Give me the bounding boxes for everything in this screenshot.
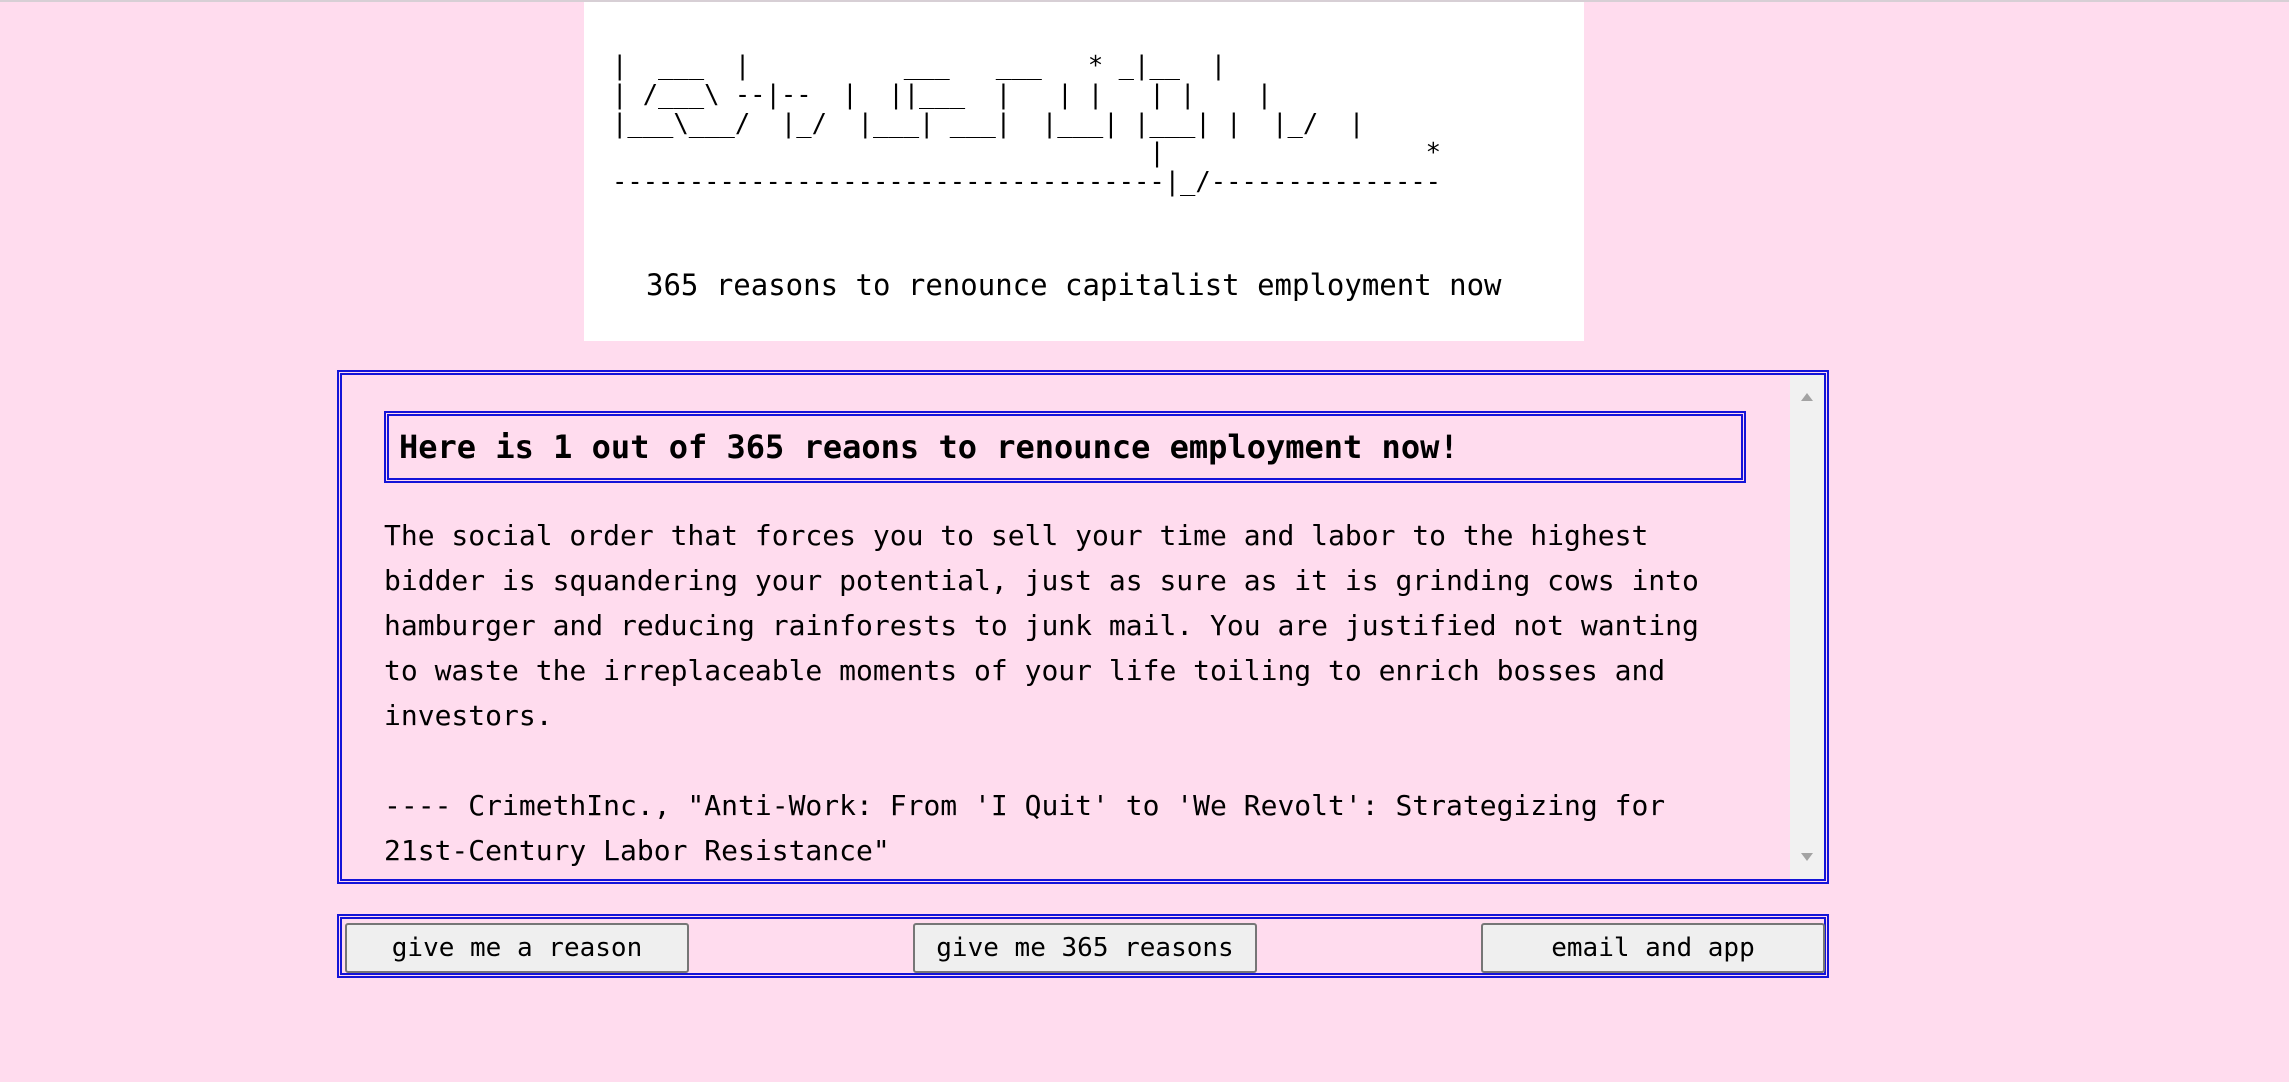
- button-bar: give me a reason give me 365 reasons ema…: [337, 914, 1829, 978]
- give-reason-button[interactable]: give me a reason: [345, 923, 689, 973]
- tagline: 365 reasons to renounce capitalist emplo…: [646, 268, 1502, 302]
- reason-panel[interactable]: Here is 1 out of 365 reaons to renounce …: [337, 370, 1829, 884]
- scroll-up-arrow-icon[interactable]: [1801, 393, 1813, 401]
- ascii-title-art: | ___ | ___ ___ * _|__ | | /___\ --|-- |…: [612, 51, 1442, 197]
- give-365-reasons-button[interactable]: give me 365 reasons: [913, 923, 1257, 973]
- scroll-down-arrow-icon[interactable]: [1801, 853, 1813, 861]
- reason-attribution: ---- CrimethInc., "Anti-Work: From 'I Qu…: [384, 789, 1666, 867]
- reason-content: Here is 1 out of 365 reaons to renounce …: [384, 411, 1746, 873]
- email-and-app-button[interactable]: email and app: [1481, 923, 1825, 973]
- vertical-scrollbar[interactable]: [1790, 375, 1824, 879]
- banner: | ___ | ___ ___ * _|__ | | /___\ --|-- |…: [584, 2, 1584, 341]
- reason-text: The social order that forces you to sell…: [384, 519, 1699, 732]
- reason-heading: Here is 1 out of 365 reaons to renounce …: [384, 411, 1746, 483]
